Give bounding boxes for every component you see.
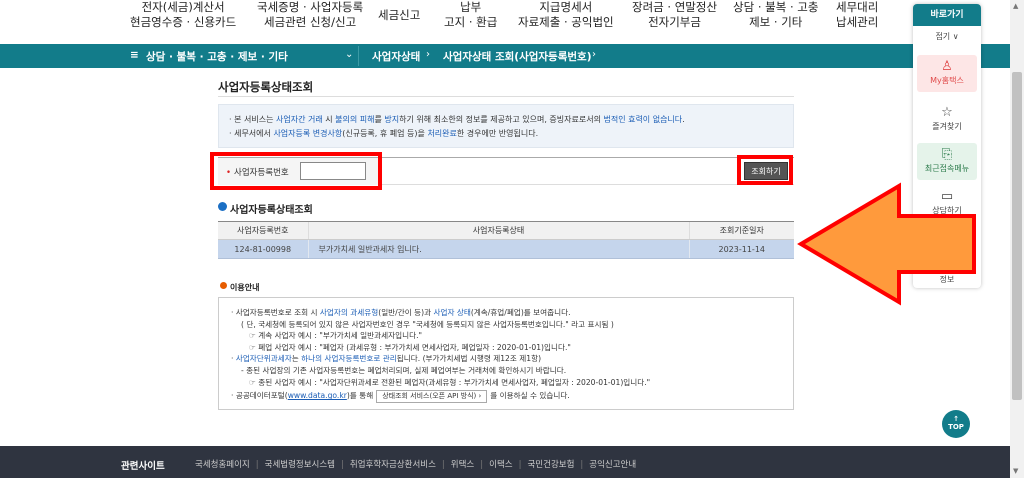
guide-line: · 공공데이터포털(www.data.go.kr)를 통해 상태조회 서비스(오픈… [231, 390, 781, 404]
scroll-up-icon[interactable]: ▲ [1013, 2, 1018, 10]
footer-link[interactable]: 이택스 [489, 460, 512, 470]
scrollbar-thumb[interactable] [1012, 72, 1022, 400]
column-header: 사업자등록상태 [307, 221, 689, 240]
top-navigation: 전자(세금)계산서 현금영수증 · 신용카드 국세증명 · 사업자등록 세금관련 신… [0, 0, 1010, 44]
nav-item-payment[interactable]: 납부 고지 · 환급 [444, 0, 497, 30]
fold-button[interactable]: 접기 ∨ [913, 31, 981, 42]
nav-item-consult[interactable]: 상담 · 불복 · 고충 제보 · 기타 [733, 0, 818, 30]
guide-line: - 종된 사업장의 기존 사업자등록번호는 폐업처리되며, 실제 폐업여부는 거… [241, 365, 567, 375]
notice-line-1: · 본 서비스는 사업자간 거래 시 불의의 피해를 방지하기 위해 최소한의 … [229, 115, 685, 124]
nav-item-agent[interactable]: 세무대리 납세관리 [836, 0, 878, 30]
table-header-row: 사업자등록번호 사업자등록상태 조회기준일자 [218, 221, 794, 240]
open-api-button[interactable]: 상태조회 서비스(오픈 API 방식) › [376, 390, 488, 404]
footer-link[interactable]: 취업후학자금상환서비스 [350, 460, 436, 470]
doc-search-icon: ⎘ [941, 147, 953, 162]
guide-box: · 사업자등록번호로 조회 시 사업자의 과세유형(일반/간이 등)과 사업자 … [218, 297, 794, 410]
footer-link[interactable]: 국세청홈페이지 [195, 460, 250, 470]
column-header: 사업자등록번호 [218, 221, 308, 240]
footer-title: 관련사이트 [121, 461, 165, 472]
highlight-box-input [210, 152, 382, 190]
breadcrumb-level3[interactable]: 사업자상태 조회(사업자등록번호) [443, 49, 592, 64]
divider [218, 96, 794, 97]
guide-line: ☞ 계속 사업자 예시 : "부가가치세 일반과세자입니다." [249, 331, 422, 341]
info-bullet-icon [220, 282, 227, 289]
guide-line: · 사업자단위과세자는 하나의 사업자등록번호로 관리됩니다. (부가가치세법 … [231, 354, 542, 364]
footer: 관련사이트 국세청홈페이지 | 국세법령정보시스템 | 취업후학자금상환서비스 | 위택스 |… [0, 446, 1010, 478]
table-row: 124-81-00998 부가가치세 일반과세자 입니다. 2023-11-14 [218, 239, 794, 259]
data-go-link[interactable]: www.data.go.kr [288, 391, 347, 400]
notice-box: · 본 서비스는 사업자간 거래 시 불의의 피해를 방지하기 위해 최소한의 … [218, 104, 794, 148]
footer-link[interactable]: 국세법령정보시스템 [265, 460, 335, 470]
section-bullet-icon [218, 202, 227, 211]
guide-line: · 사업자등록번호로 조회 시 사업자의 과세유형(일반/간이 등)과 사업자 … [231, 308, 571, 317]
results-table: 사업자등록번호 사업자등록상태 조회기준일자 124-81-00998 부가가치… [218, 221, 794, 259]
nav-item-certificate[interactable]: 국세증명 · 사업자등록 세금관련 신청/신고 [257, 0, 363, 30]
quick-menu-title: 바로가기 [913, 4, 981, 26]
chevron-right-icon: › [426, 49, 430, 60]
nav-item-tax-return[interactable]: 세금신고 [378, 8, 420, 23]
guide-line: ( 단, 국세청에 등록되어 있지 않은 사업자번호인 경우 "국세청에 등록되… [241, 319, 614, 329]
column-header: 조회기준일자 [688, 221, 794, 240]
star-icon: ☆ [941, 105, 953, 120]
quick-item-recent[interactable]: ⎘ 최근접속메뉴 [917, 143, 977, 180]
highlight-box-button [737, 155, 793, 185]
scroll-down-icon[interactable]: ▼ [1013, 467, 1018, 475]
chevron-right-icon: › [592, 49, 596, 60]
footer-links: 국세청홈페이지 | 국세법령정보시스템 | 취업후학자금상환서비스 | 위택스 | 이택스 | 국민… [195, 460, 637, 470]
guide-line: ☞ 폐업 사업자 예시 : "폐업자 (과세유형 : 부가가치세 면세사업자, … [249, 342, 571, 352]
quick-item-favorites[interactable]: ☆ 즐겨찾기 [917, 101, 977, 138]
guide-line: ☞ 종된 사업자 예시 : "사업자단위과세로 전환된 폐업자(과세유형 : 부… [249, 377, 651, 387]
guide-title: 이용안내 [230, 283, 260, 292]
breadcrumb-level2[interactable]: 사업자상태 [372, 49, 420, 64]
chevron-down-icon[interactable]: ⌄ [345, 49, 353, 60]
footer-link[interactable]: 위택스 [451, 460, 474, 470]
scroll-top-button[interactable]: ↑ TOP [942, 410, 970, 438]
pointer-arrow-icon [797, 182, 976, 306]
nav-item-einvoice[interactable]: 전자(세금)계산서 현금영수증 · 신용카드 [130, 0, 236, 30]
person-icon: ♙ [941, 59, 953, 74]
cell-date: 2023-11-14 [688, 239, 794, 259]
cell-status: 부가가치세 일반과세자 입니다. [307, 239, 689, 259]
results-title: 사업자등록상태조회 [230, 205, 313, 216]
cell-business-number: 124-81-00998 [218, 239, 308, 259]
footer-link[interactable]: 공익신고안내 [589, 460, 636, 470]
notice-line-2: · 세무서에서 사업자등록 변경사항(신규등록, 휴 폐업 등)을 처리완료한 … [229, 129, 539, 138]
menu-icon[interactable]: ≡ [130, 49, 139, 61]
page-title: 사업자등록상태조회 [218, 80, 314, 94]
quick-item-mytax[interactable]: ♙ My홈택스 [917, 55, 977, 92]
footer-link[interactable]: 국민건강보험 [527, 460, 574, 470]
breadcrumb-section[interactable]: 상담 · 불복 · 고충 · 제보 · 기타 [146, 49, 288, 64]
nav-item-incentive[interactable]: 장려금 · 연말정산 전자기부금 [632, 0, 717, 30]
nav-item-statements[interactable]: 지급명세서 자료제출 · 공익법인 [518, 0, 614, 30]
divider [358, 46, 359, 66]
